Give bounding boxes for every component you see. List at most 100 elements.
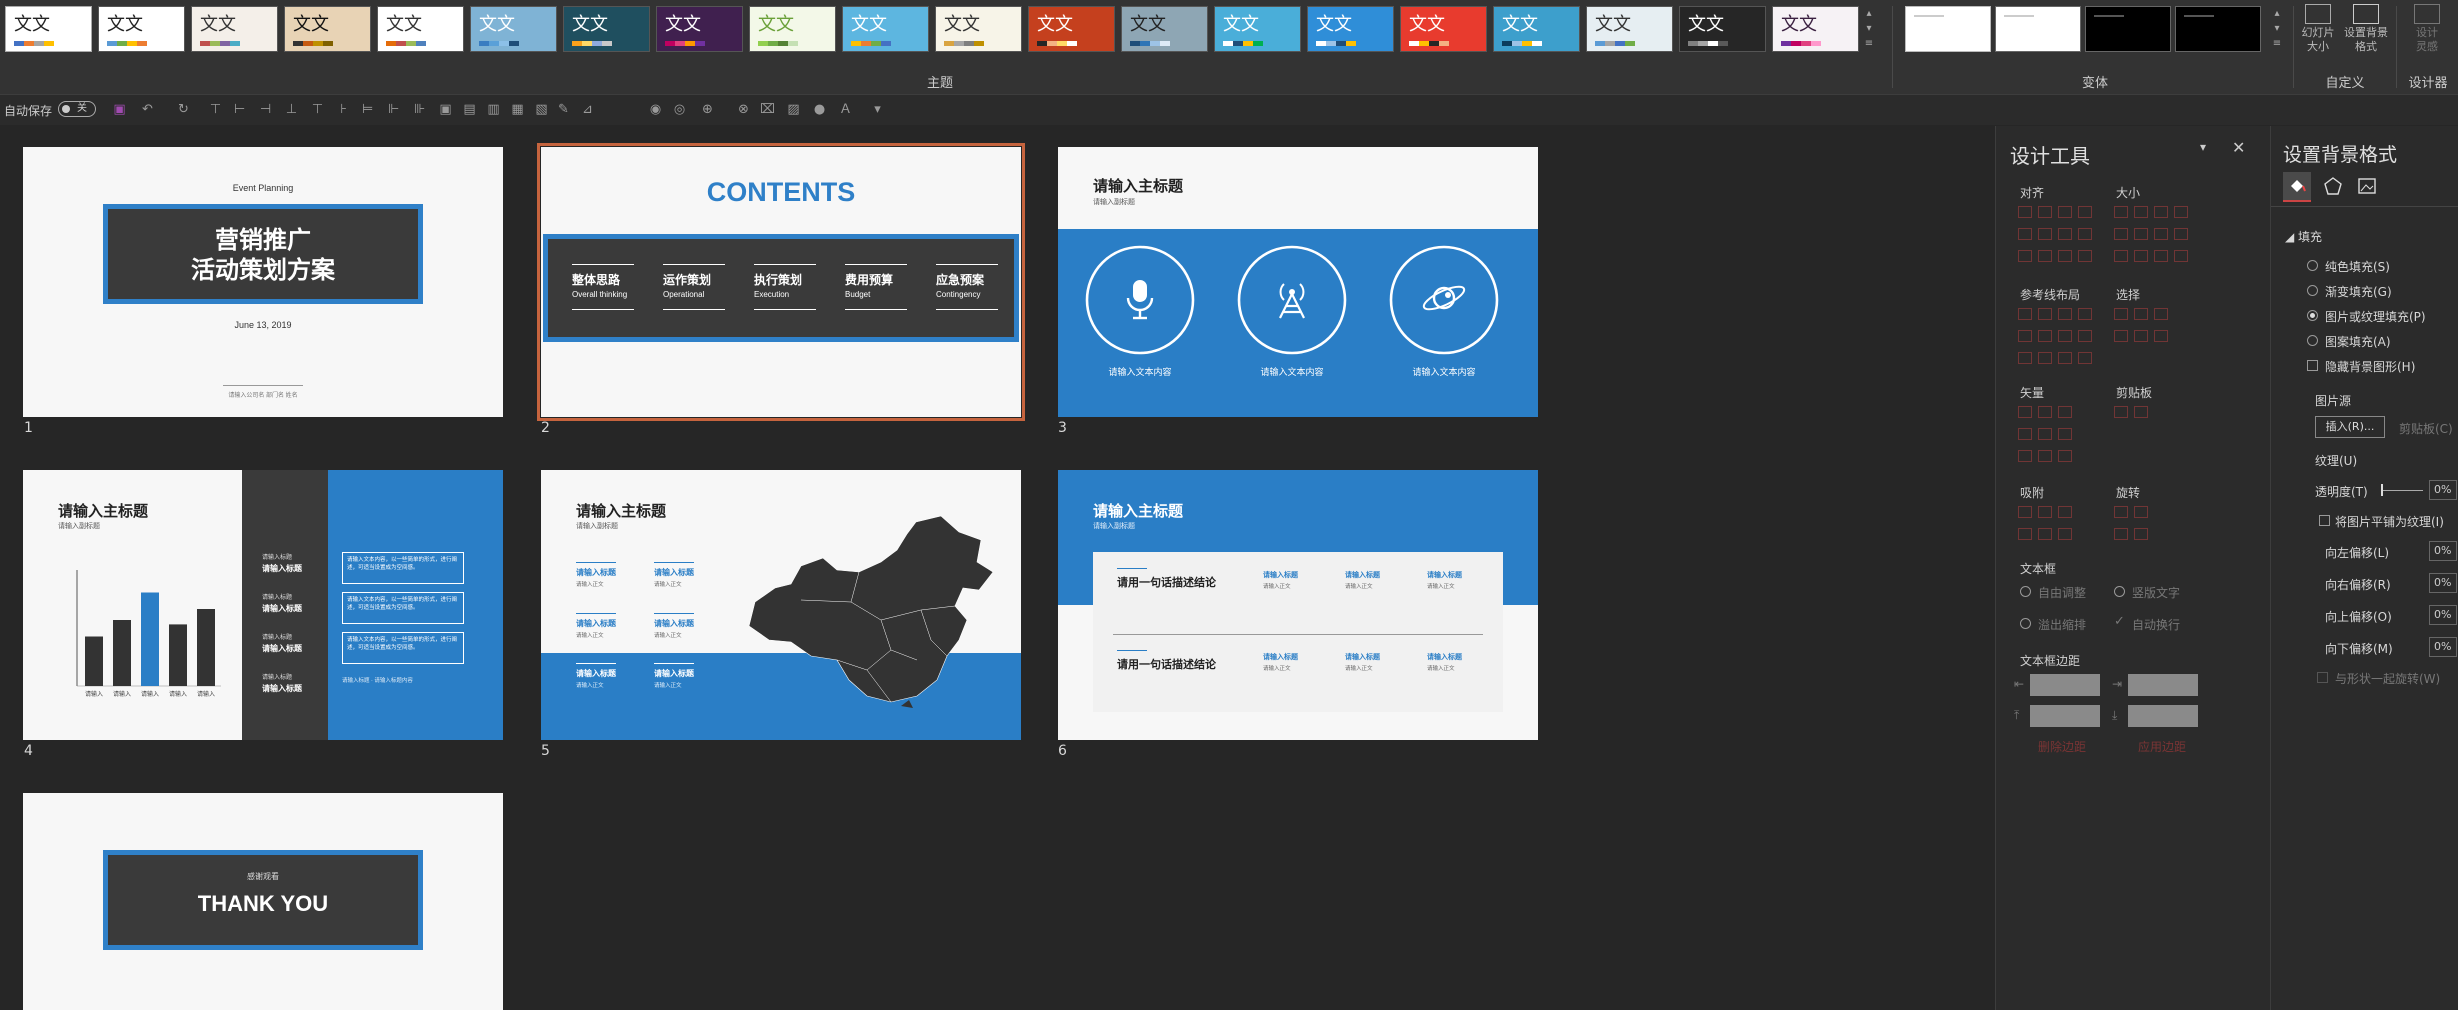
slide-thumbnail-7[interactable]: 感谢观看 THANK YOU bbox=[23, 793, 503, 1010]
design-tool-icon[interactable] bbox=[2114, 228, 2128, 240]
auto-adjust-radio[interactable] bbox=[2020, 586, 2031, 597]
design-tool-icon[interactable] bbox=[2058, 528, 2072, 540]
theme-gallery-scroll[interactable]: ▴ ▾ ≡ bbox=[1862, 6, 1876, 52]
align-bottom-icon[interactable]: ⊥ bbox=[284, 102, 299, 117]
slide-thumbnail-6[interactable]: 请输入主标题 请输入副标题 请用一句话描述结论 请输入标题 请输入正文 请输入标题 请输… bbox=[1058, 470, 1538, 740]
ungroup-icon[interactable]: ▤ bbox=[462, 102, 477, 117]
design-tool-icon[interactable] bbox=[2018, 228, 2032, 240]
margin-left-input[interactable] bbox=[2030, 674, 2100, 696]
picture-tab[interactable] bbox=[2357, 176, 2377, 200]
rotate-with-shape-checkbox[interactable] bbox=[2317, 672, 2328, 683]
offset-input[interactable]: 0% bbox=[2429, 541, 2457, 561]
customize-qat-icon[interactable]: ▾ bbox=[870, 102, 885, 117]
design-tool-icon[interactable] bbox=[2018, 506, 2032, 518]
design-tool-icon[interactable] bbox=[2038, 250, 2052, 262]
design-tool-icon[interactable] bbox=[2038, 506, 2052, 518]
clipboard-button[interactable]: 剪贴板(C) bbox=[2399, 420, 2453, 437]
design-tool-icon[interactable] bbox=[2078, 352, 2092, 364]
design-tool-icon[interactable] bbox=[2134, 330, 2148, 342]
design-tool-icon[interactable] bbox=[2038, 352, 2052, 364]
fill-color-icon[interactable]: ▨ bbox=[786, 102, 801, 117]
theme-thumbnail[interactable]: 文文 bbox=[935, 6, 1022, 52]
design-tool-icon[interactable] bbox=[2038, 528, 2052, 540]
margin-bottom-input[interactable] bbox=[2128, 705, 2198, 727]
transparency-input[interactable]: 0% bbox=[2429, 480, 2457, 500]
design-tool-icon[interactable] bbox=[2114, 406, 2128, 418]
theme-thumbnail[interactable]: 文文 bbox=[1028, 6, 1115, 52]
theme-thumbnail[interactable]: 文文 bbox=[1586, 6, 1673, 52]
save-icon[interactable]: ▣ bbox=[112, 102, 127, 117]
theme-thumbnail[interactable]: 文文 bbox=[470, 6, 557, 52]
theme-thumbnail[interactable]: 文文 bbox=[1307, 6, 1394, 52]
design-tool-icon[interactable] bbox=[2058, 330, 2072, 342]
transparency-slider-thumb[interactable] bbox=[2381, 484, 2383, 496]
color-picker-icon[interactable]: ● bbox=[812, 102, 827, 117]
design-tool-icon[interactable] bbox=[2058, 506, 2072, 518]
panel-menu-icon[interactable]: ▾ bbox=[2200, 140, 2206, 154]
design-tool-icon[interactable] bbox=[2018, 428, 2032, 440]
theme-thumbnail[interactable]: 文文 bbox=[1493, 6, 1580, 52]
design-ideas-button[interactable]: 设计灵感 bbox=[2402, 4, 2452, 54]
apply-margin-button[interactable]: 应用边距 bbox=[2138, 738, 2186, 755]
design-tool-icon[interactable] bbox=[2174, 228, 2188, 240]
design-tool-icon[interactable] bbox=[2038, 228, 2052, 240]
design-tool-icon[interactable] bbox=[2038, 308, 2052, 320]
crop-angle-icon[interactable]: ⊿ bbox=[580, 102, 595, 117]
align-text-icon[interactable]: ⊤ bbox=[310, 102, 325, 117]
design-tool-icon[interactable] bbox=[2058, 206, 2072, 218]
design-tool-icon[interactable] bbox=[2078, 228, 2092, 240]
design-tool-icon[interactable] bbox=[2038, 406, 2052, 418]
design-tool-icon[interactable] bbox=[2058, 406, 2072, 418]
design-tool-icon[interactable] bbox=[2078, 308, 2092, 320]
align-middle-icon[interactable]: ⊩ bbox=[386, 102, 401, 117]
group-icon[interactable]: ▣ bbox=[438, 102, 453, 117]
margin-right-input[interactable] bbox=[2128, 674, 2198, 696]
design-tool-icon[interactable] bbox=[2134, 406, 2148, 418]
theme-thumbnail[interactable]: 文文 bbox=[1400, 6, 1487, 52]
theme-thumbnail[interactable]: 文文 bbox=[563, 6, 650, 52]
design-tool-icon[interactable] bbox=[2114, 506, 2128, 518]
slide-thumbnail-5[interactable]: 请输入主标题 请输入副标题 请输入标题 请输入正文 请输入标题 请输入正文 请输入标题请… bbox=[541, 470, 1021, 740]
design-tool-icon[interactable] bbox=[2114, 250, 2128, 262]
design-tool-icon[interactable] bbox=[2018, 330, 2032, 342]
design-tool-icon[interactable] bbox=[2154, 206, 2168, 218]
slide-thumbnail-2[interactable]: CONTENTS 整体思路 Overall thinking 运作策划 Operati… bbox=[537, 143, 1025, 421]
design-tool-icon[interactable] bbox=[2038, 206, 2052, 218]
fill-option-radio[interactable] bbox=[2307, 335, 2318, 346]
crop-icon[interactable]: ⊗ bbox=[736, 102, 751, 117]
fill-option-radio[interactable] bbox=[2307, 310, 2318, 321]
design-tool-icon[interactable] bbox=[2018, 450, 2032, 462]
design-tool-icon[interactable] bbox=[2038, 428, 2052, 440]
margin-top-input[interactable] bbox=[2030, 705, 2100, 727]
design-tool-icon[interactable] bbox=[2018, 406, 2032, 418]
offset-input[interactable]: 0% bbox=[2429, 637, 2457, 657]
design-tool-icon[interactable] bbox=[2134, 308, 2148, 320]
design-tool-icon[interactable] bbox=[2058, 428, 2072, 440]
vertical-text-radio[interactable] bbox=[2114, 586, 2125, 597]
shape-fill-icon[interactable]: ◉ bbox=[648, 102, 663, 117]
theme-thumbnail[interactable]: 文文 bbox=[656, 6, 743, 52]
overflow-radio[interactable] bbox=[2020, 618, 2031, 629]
design-tool-icon[interactable] bbox=[2018, 528, 2032, 540]
design-tool-icon[interactable] bbox=[2018, 206, 2032, 218]
design-tool-icon[interactable] bbox=[2154, 250, 2168, 262]
theme-thumbnail[interactable]: 文文 bbox=[1772, 6, 1859, 52]
theme-thumbnail[interactable]: 文文 bbox=[1121, 6, 1208, 52]
distribute-h-icon[interactable]: ⊦ bbox=[336, 102, 351, 117]
align-center-icon[interactable]: ⊣ bbox=[258, 102, 273, 117]
variant-thumbnail[interactable] bbox=[2175, 6, 2261, 52]
autosave-toggle[interactable]: 关 bbox=[58, 101, 96, 117]
fill-option-radio[interactable] bbox=[2307, 285, 2318, 296]
design-tool-icon[interactable] bbox=[2058, 250, 2072, 262]
design-tool-icon[interactable] bbox=[2078, 250, 2092, 262]
design-tool-icon[interactable] bbox=[2018, 352, 2032, 364]
transparency-slider[interactable] bbox=[2381, 490, 2423, 491]
insert-picture-button[interactable]: 插入(R)... bbox=[2315, 416, 2385, 438]
slide-thumbnail-1[interactable]: Event Planning 营销推广 活动策划方案 June 13, 2019… bbox=[23, 147, 503, 417]
variant-thumbnail[interactable] bbox=[2085, 6, 2171, 52]
delete-margin-button[interactable]: 删除边距 bbox=[2038, 738, 2086, 755]
design-tool-icon[interactable] bbox=[2058, 308, 2072, 320]
theme-thumbnail[interactable]: 文文 bbox=[842, 6, 929, 52]
fill-option-radio[interactable] bbox=[2307, 260, 2318, 271]
texture-label[interactable]: 纹理(U) bbox=[2315, 452, 2357, 469]
